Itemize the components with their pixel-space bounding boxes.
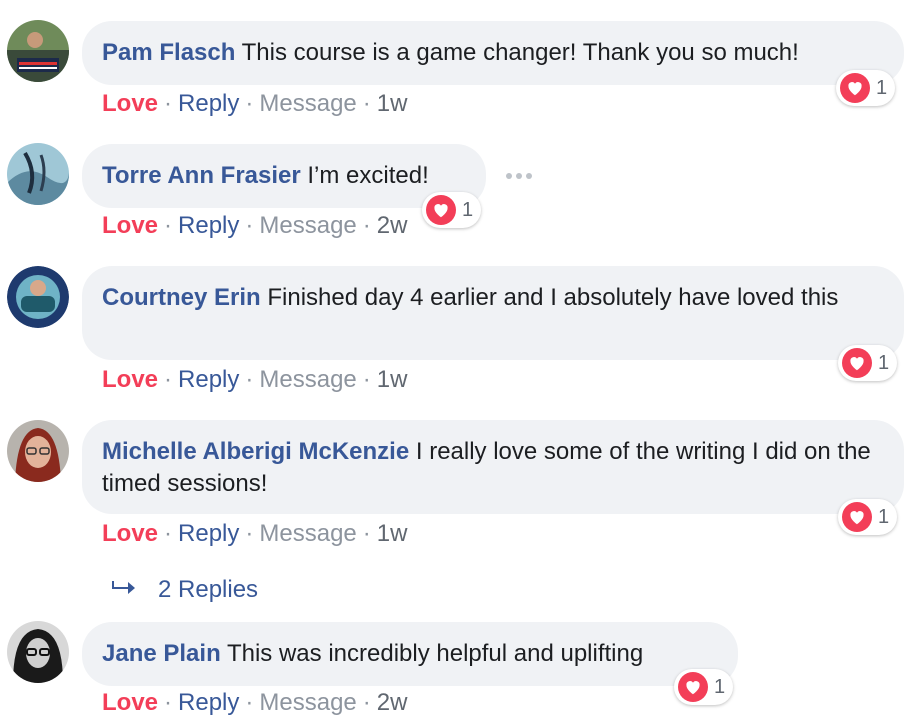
separator: · xyxy=(245,212,254,239)
separator: · xyxy=(362,366,371,393)
comment-actions: Love · Reply · Message · 1w xyxy=(102,89,407,119)
separator: · xyxy=(164,689,173,716)
reaction-count: 1 xyxy=(714,675,726,698)
reply-link[interactable]: Reply xyxy=(178,689,239,716)
reply-link[interactable]: Reply xyxy=(178,212,239,239)
comment-text: This was incredibly helpful and upliftin… xyxy=(226,640,644,667)
comment-author[interactable]: Jane Plain xyxy=(102,640,221,667)
comment-bubble: Courtney Erin Finished day 4 earlier and… xyxy=(82,266,904,360)
heart-icon xyxy=(840,73,870,103)
love-link[interactable]: Love xyxy=(102,212,158,239)
comment-actions: Love · Reply · Message · 2w xyxy=(102,211,407,241)
comment-author[interactable]: Michelle Alberigi McKenzie xyxy=(102,438,409,465)
message-link[interactable]: Message xyxy=(259,520,356,547)
avatar[interactable] xyxy=(7,621,69,683)
reaction-badge[interactable]: 1 xyxy=(422,192,482,228)
comment-author[interactable]: Torre Ann Frasier xyxy=(102,162,301,189)
separator: · xyxy=(245,366,254,393)
comment-actions: Love · Reply · Message · 1w xyxy=(102,519,407,549)
avatar[interactable] xyxy=(7,420,69,482)
reaction-count: 1 xyxy=(876,76,888,99)
separator: · xyxy=(164,212,173,239)
comment-text: This course is a game changer! Thank you… xyxy=(241,39,799,66)
reaction-count: 1 xyxy=(878,505,890,528)
separator: · xyxy=(164,366,173,393)
view-replies-link[interactable]: 2 Replies xyxy=(112,572,258,608)
message-link[interactable]: Message xyxy=(259,212,356,239)
reaction-badge[interactable]: 1 xyxy=(838,499,898,535)
avatar[interactable] xyxy=(7,266,69,328)
replies-count-label[interactable]: 2 Replies xyxy=(158,572,258,608)
reply-link[interactable]: Reply xyxy=(178,90,239,117)
comment-actions: Love · Reply · Message · 1w xyxy=(102,365,407,395)
separator: · xyxy=(245,520,254,547)
separator: · xyxy=(362,90,371,117)
reaction-count: 1 xyxy=(462,198,474,221)
message-link[interactable]: Message xyxy=(259,90,356,117)
love-link[interactable]: Love xyxy=(102,90,158,117)
comment-actions: Love · Reply · Message · 2w xyxy=(102,688,407,718)
love-link[interactable]: Love xyxy=(102,366,158,393)
comment-age[interactable]: 1w xyxy=(377,90,408,117)
reaction-count: 1 xyxy=(878,351,890,374)
heart-icon xyxy=(678,672,708,702)
reaction-badge[interactable]: 1 xyxy=(674,669,734,705)
separator: · xyxy=(164,520,173,547)
heart-icon xyxy=(426,195,456,225)
reply-arrow-icon xyxy=(112,572,136,608)
heart-icon xyxy=(842,348,872,378)
separator: · xyxy=(362,212,371,239)
comment-text: Finished day 4 earlier and I absolutely … xyxy=(267,284,839,311)
comment-age[interactable]: 1w xyxy=(377,366,408,393)
message-link[interactable]: Message xyxy=(259,366,356,393)
reply-link[interactable]: Reply xyxy=(178,366,239,393)
reaction-badge[interactable]: 1 xyxy=(838,345,898,381)
more-options-icon[interactable] xyxy=(506,170,534,182)
comment-author[interactable]: Pam Flasch xyxy=(102,39,235,66)
comment-age[interactable]: 1w xyxy=(377,520,408,547)
reaction-badge[interactable]: 1 xyxy=(836,70,896,106)
separator: · xyxy=(362,689,371,716)
heart-icon xyxy=(842,502,872,532)
avatar[interactable] xyxy=(7,143,69,205)
comment-author[interactable]: Courtney Erin xyxy=(102,284,261,311)
comment-age[interactable]: 2w xyxy=(377,212,408,239)
reply-link[interactable]: Reply xyxy=(178,520,239,547)
avatar[interactable] xyxy=(7,20,69,82)
comment-bubble: Michelle Alberigi McKenzie I really love… xyxy=(82,420,904,514)
message-link[interactable]: Message xyxy=(259,689,356,716)
comment-age[interactable]: 2w xyxy=(377,689,408,716)
separator: · xyxy=(164,90,173,117)
love-link[interactable]: Love xyxy=(102,689,158,716)
separator: · xyxy=(245,689,254,716)
comment-bubble: Jane Plain This was incredibly helpful a… xyxy=(82,622,738,686)
love-link[interactable]: Love xyxy=(102,520,158,547)
comment-text: I’m excited! xyxy=(307,162,429,189)
separator: · xyxy=(245,90,254,117)
comment-bubble: Pam Flasch This course is a game changer… xyxy=(82,21,904,85)
separator: · xyxy=(362,520,371,547)
